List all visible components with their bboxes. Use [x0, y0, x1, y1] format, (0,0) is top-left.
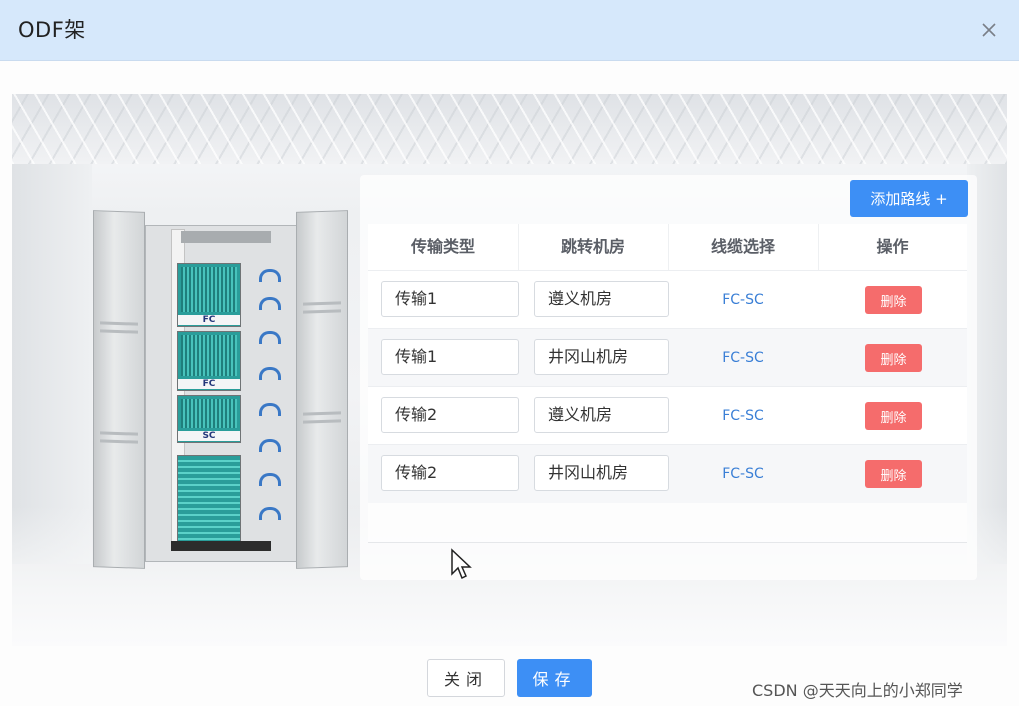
delete-button[interactable]: 删除 [865, 344, 922, 372]
fiber-panel: FC [177, 331, 241, 391]
door-vent [303, 309, 341, 314]
cable-hook-icon [259, 331, 281, 344]
header-cable-select: 线缆选择 [668, 224, 819, 270]
jump-room-field[interactable]: 遵义机房 [534, 397, 669, 433]
jump-room-field[interactable]: 井冈山机房 [534, 455, 669, 491]
delete-button[interactable]: 删除 [865, 286, 922, 314]
panel-label: FC [178, 379, 240, 389]
header-jump-room: 跳转机房 [518, 224, 669, 270]
room-wall-left [12, 164, 92, 564]
fiber-panel: SC [177, 395, 241, 443]
panel-label: SC [178, 431, 240, 441]
delete-button[interactable]: 删除 [865, 402, 922, 430]
transport-type-field[interactable]: 传输2 [381, 397, 519, 433]
cable-select-link[interactable]: FC-SC [668, 329, 818, 387]
table-row: 传输1 井冈山机房 FC-SC 删除 [368, 328, 967, 387]
table-row: 传输1 遵义机房 FC-SC 删除 [368, 270, 967, 329]
add-route-button[interactable]: 添加路线 + [850, 180, 968, 217]
cable-select-link[interactable]: FC-SC [668, 387, 818, 445]
close-button[interactable]: 关闭 [427, 659, 505, 697]
cable-select-link[interactable]: FC-SC [668, 445, 818, 503]
cabinet-door-right [296, 210, 348, 569]
panel-ports [181, 335, 237, 376]
panel-ports [181, 267, 237, 312]
jump-room-field[interactable]: 遵义机房 [534, 281, 669, 317]
dialog-title: ODF架 [18, 18, 86, 42]
save-button[interactable]: 保存 [517, 659, 592, 697]
door-vent [303, 411, 341, 416]
route-table: 传输类型 跳转机房 线缆选择 操作 传输1 遵义机房 FC-SC 删除 传输1 … [368, 224, 967, 543]
mouse-pointer-icon [451, 548, 472, 580]
odf-dialog: ODF架 FC FC SC 添加路线 + 传输类型 跳转机房 线缆选择 操作 传… [0, 0, 1019, 706]
panel-label: FC [178, 315, 240, 325]
header-actions: 操作 [876, 237, 909, 256]
cable-hook-icon [259, 269, 281, 282]
close-icon[interactable] [981, 22, 997, 38]
cable-hook-icon [259, 439, 281, 452]
room-ceiling [12, 94, 1007, 164]
door-vent [100, 329, 138, 334]
odf-cabinet-image: FC FC SC [93, 210, 348, 571]
dialog-header: ODF架 [0, 0, 1019, 61]
table-row: 传输2 遵义机房 FC-SC 删除 [368, 386, 967, 445]
cable-hook-icon [259, 367, 281, 380]
delete-button[interactable]: 删除 [865, 460, 922, 488]
door-vent [100, 439, 138, 444]
jump-room-field[interactable]: 井冈山机房 [534, 339, 669, 375]
fiber-panel-bottom [177, 455, 241, 545]
fiber-panel: FC [177, 263, 241, 327]
table-header: 传输类型 跳转机房 线缆选择 操作 [368, 224, 967, 270]
cable-select-link[interactable]: FC-SC [668, 271, 818, 329]
transport-type-field[interactable]: 传输2 [381, 455, 519, 491]
cabinet-plinth [171, 541, 271, 551]
cable-hook-icon [259, 403, 281, 416]
transport-type-field[interactable]: 传输1 [381, 339, 519, 375]
table-row: 传输2 井冈山机房 FC-SC 删除 [368, 444, 967, 503]
transport-type-field[interactable]: 传输1 [381, 281, 519, 317]
cable-hook-icon [259, 473, 281, 486]
door-vent [303, 419, 341, 424]
door-vent [100, 321, 138, 326]
cable-management-bar [181, 231, 271, 243]
door-vent [303, 301, 341, 306]
cable-hook-icon [259, 297, 281, 310]
header-transport-type: 传输类型 [368, 224, 519, 270]
panel-ports [181, 399, 237, 428]
watermark: CSDN @天天向上的小郑同学 [752, 681, 963, 700]
door-vent [100, 431, 138, 436]
cable-hook-icon [259, 507, 281, 520]
cabinet-door-left [93, 210, 145, 569]
